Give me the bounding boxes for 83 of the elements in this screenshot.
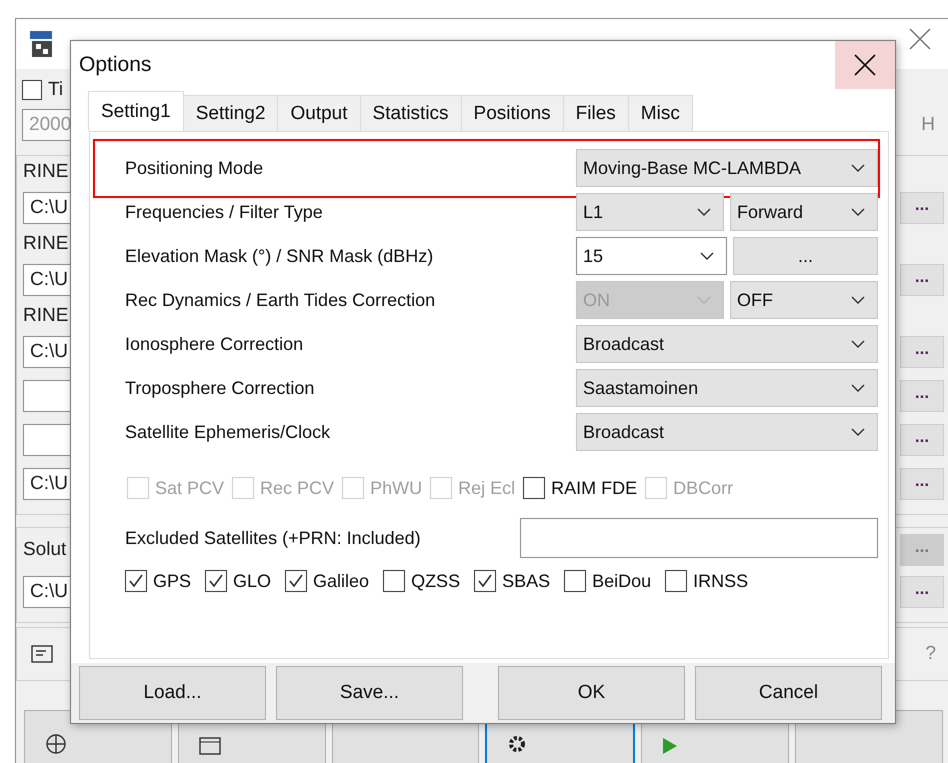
dropdown[interactable]: L1 — [576, 193, 724, 231]
browse-button[interactable]: ... — [900, 380, 944, 412]
field-label: RINE — [23, 305, 68, 327]
chevron-icon — [697, 296, 711, 304]
chevron-icon — [851, 428, 865, 436]
checkbox-label: Sat PCV — [155, 478, 224, 498]
tab[interactable]: Files — [562, 95, 629, 131]
setting-label: Rec Dynamics / Earth Tides Correction — [125, 290, 436, 310]
excluded-satellites-field[interactable] — [520, 518, 878, 558]
browse-button[interactable]: ... — [900, 576, 944, 608]
browse-button[interactable]: ... — [900, 468, 944, 500]
checkbox[interactable] — [285, 570, 308, 592]
checkbox-label: RAIM FDE — [551, 478, 638, 498]
tab[interactable]: Misc — [628, 95, 693, 131]
setting-label: Elevation Mask (°) / SNR Mask (dBHz) — [125, 246, 434, 266]
checkbox[interactable] — [125, 570, 147, 592]
dialog-button[interactable]: Cancel — [695, 666, 882, 720]
chevron-icon — [851, 164, 865, 172]
checkbox-label: GLO — [233, 570, 272, 592]
field-label: Solut — [23, 539, 66, 561]
globe-icon — [45, 733, 67, 755]
dropdown[interactable]: OFF — [730, 281, 878, 319]
checkbox[interactable] — [564, 570, 586, 592]
browse-button[interactable]: ... — [900, 424, 944, 456]
close-icon[interactable] — [909, 28, 931, 50]
browse-button[interactable]: ... — [900, 336, 944, 368]
dropdown[interactable]: Forward — [730, 193, 878, 231]
dropdown[interactable]: Moving-Base MC-LAMBDA — [576, 149, 878, 187]
chevron-icon — [697, 208, 711, 216]
checkbox[interactable] — [22, 80, 42, 100]
field-label: RINE — [23, 233, 68, 255]
checkbox-label: DBCorr — [673, 478, 734, 498]
checkbox-label: Rej Ecl — [458, 478, 516, 498]
checkbox-label: BeiDou — [592, 570, 652, 592]
checkbox-label: IRNSS — [693, 570, 748, 592]
setting-label: Ionosphere Correction — [125, 334, 304, 354]
unit-label: H — [921, 114, 935, 136]
checkbox-label: PhWU — [370, 478, 422, 498]
dialog-button[interactable]: OK — [498, 666, 685, 720]
browse-button[interactable]: ... — [900, 264, 944, 296]
checkbox-label: SBAS — [502, 570, 550, 592]
chevron-icon — [851, 208, 865, 216]
tab[interactable]: Setting2 — [182, 95, 278, 131]
window-icon — [198, 737, 221, 755]
chevron-icon — [851, 384, 865, 392]
dropdown[interactable]: 15 — [576, 237, 727, 275]
checkbox[interactable] — [665, 570, 688, 592]
tab[interactable]: Output — [277, 95, 361, 131]
chevron-icon — [851, 296, 865, 304]
message-icon[interactable] — [31, 645, 53, 663]
dropdown[interactable]: Saastamoinen — [576, 369, 878, 407]
checkbox[interactable] — [205, 570, 228, 592]
setting-label: Positioning Mode — [125, 158, 264, 178]
close-button[interactable] — [835, 41, 895, 89]
dialog-title: Options — [79, 53, 152, 77]
tab[interactable]: Setting1 — [88, 91, 184, 131]
dialog-button[interactable]: Save... — [276, 666, 463, 720]
checkbox[interactable] — [474, 570, 496, 592]
checkbox-label: Galileo — [313, 570, 370, 592]
app-icon — [30, 29, 54, 59]
field-label: Excluded Satellites (+PRN: Included) — [125, 528, 421, 548]
dropdown[interactable]: Broadcast — [576, 325, 878, 363]
tab[interactable]: Statistics — [360, 95, 462, 131]
dialog-button[interactable]: Load... — [79, 666, 266, 720]
chevron-icon — [700, 252, 714, 260]
dropdown[interactable]: Broadcast — [576, 413, 878, 451]
close-icon — [854, 54, 876, 76]
more-button[interactable]: ... — [733, 237, 878, 275]
checkbox-label: Rec PCV — [260, 478, 334, 498]
setting-label: Satellite Ephemeris/Clock — [125, 422, 332, 442]
setting-label: Troposphere Correction — [125, 378, 316, 398]
field-label: RINE — [23, 161, 68, 183]
setting-label: Frequencies / Filter Type — [125, 202, 324, 222]
gear-icon — [507, 734, 528, 754]
checkbox-label: QZSS — [411, 570, 460, 592]
checkbox-label: Ti — [48, 79, 64, 101]
checkbox[interactable] — [383, 570, 406, 592]
browse-button[interactable]: ... — [900, 192, 944, 224]
checkbox-label: GPS — [153, 570, 192, 592]
chevron-icon — [851, 340, 865, 348]
play-icon — [662, 737, 678, 755]
tab[interactable]: Positions — [460, 95, 564, 131]
checkbox[interactable] — [523, 477, 546, 499]
